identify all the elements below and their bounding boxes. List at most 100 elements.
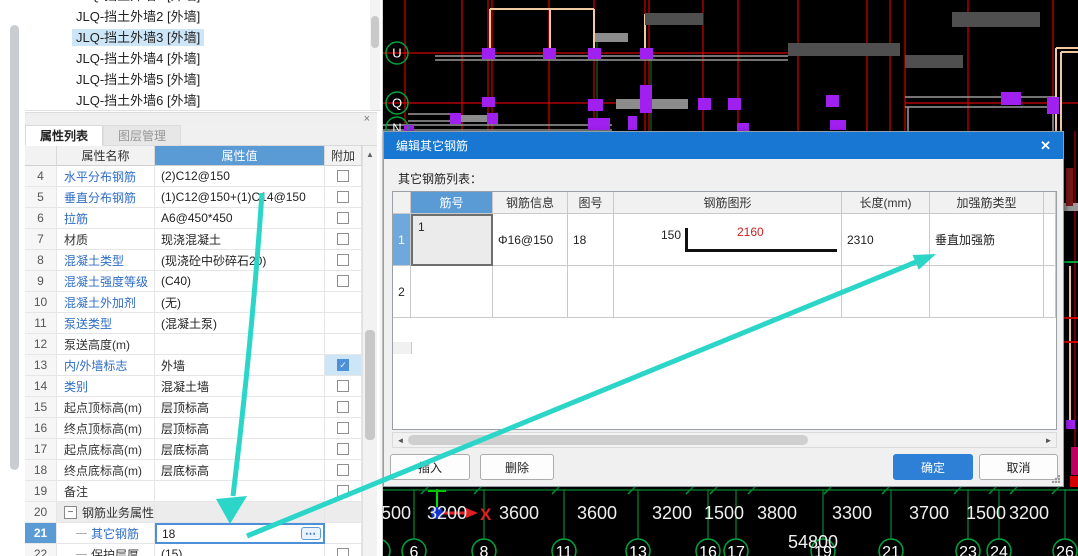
- property-scrollbar[interactable]: ▲: [362, 146, 377, 556]
- cad-drawing-right[interactable]: [1064, 131, 1078, 487]
- strengthen-type-cell: [930, 266, 1044, 318]
- property-value-cell[interactable]: 层顶标高: [155, 418, 325, 439]
- collapse-icon[interactable]: −: [64, 505, 77, 519]
- rebar-table-row[interactable]: 2: [393, 266, 1056, 318]
- property-value-cell[interactable]: [155, 334, 325, 355]
- property-value: 层顶标高: [161, 421, 210, 436]
- property-value-cell[interactable]: (C40): [155, 271, 325, 292]
- property-name-cell: 垂直分布钢筋: [57, 187, 155, 208]
- property-value-cell[interactable]: 层底标高: [155, 460, 325, 481]
- tab-property-list[interactable]: 属性列表: [25, 125, 104, 146]
- rebar-info-cell: [493, 266, 568, 318]
- property-name[interactable]: 混凝土类型: [64, 252, 124, 269]
- column-header: 钢筋图形: [614, 192, 842, 214]
- property-name[interactable]: 内/外墙标志: [64, 357, 127, 374]
- hscroll-left-icon[interactable]: ◄: [394, 433, 407, 447]
- property-row: 7 材质 现浇混凝土: [25, 229, 377, 250]
- tree-scrollbar-thumb[interactable]: [371, 16, 379, 48]
- property-name[interactable]: 拉筋: [64, 210, 88, 227]
- dialog-hscrollbar[interactable]: ◄ ►: [392, 432, 1057, 448]
- property-value-cell[interactable]: 层顶标高: [155, 397, 325, 418]
- ellipsis-button[interactable]: ⋯: [301, 527, 321, 540]
- resize-grip[interactable]: [1052, 475, 1060, 483]
- property-name[interactable]: 混凝土外加剂: [64, 294, 136, 311]
- attach-checkbox[interactable]: [337, 401, 349, 413]
- property-value-cell[interactable]: 混凝土墙: [155, 376, 325, 397]
- row-number: 13: [25, 355, 57, 376]
- property-value-cell[interactable]: [155, 481, 325, 502]
- attach-checkbox[interactable]: [337, 380, 349, 392]
- property-name: 材质: [64, 232, 89, 247]
- cad-top-canvas: U QN: [383, 0, 1078, 131]
- attach-checkbox[interactable]: [337, 233, 349, 245]
- row-number: 15: [25, 397, 57, 418]
- scroll-up-icon[interactable]: ▲: [363, 146, 377, 162]
- property-name[interactable]: 泵送类型: [64, 315, 112, 332]
- property-scrollbar-thumb[interactable]: [365, 330, 375, 440]
- insert-button[interactable]: 插入: [390, 454, 470, 480]
- tree-item[interactable]: JLQ-挡土外墙4 [外墙]: [25, 48, 381, 69]
- property-name[interactable]: 类别: [64, 378, 88, 395]
- delete-button[interactable]: 删除: [480, 454, 554, 480]
- row3-header-sliver: [393, 342, 412, 354]
- left-scrollbar-thumb[interactable]: [10, 25, 19, 470]
- axis-number-label: 24: [990, 544, 1008, 556]
- cancel-button[interactable]: 取消: [979, 454, 1058, 480]
- row-number: 19: [25, 481, 57, 502]
- tree-scrollbar[interactable]: [370, 0, 380, 110]
- property-value-cell[interactable]: (1)C12@150+(1)C14@150: [155, 187, 325, 208]
- axis-letter-label: N: [392, 121, 401, 132]
- property-row: 9 混凝土强度等级 (C40): [25, 271, 377, 292]
- property-value-cell[interactable]: (无): [155, 292, 325, 313]
- ok-button[interactable]: 确定: [893, 454, 973, 480]
- header-property-name: 属性名称: [57, 146, 155, 166]
- row-number: 20: [25, 502, 57, 523]
- tree-item[interactable]: JLQ-挡土外墙6 [外墙]: [25, 90, 381, 110]
- axis-bubbles-bottom: 468111316171921232426: [383, 538, 1078, 556]
- property-name[interactable]: 混凝土强度等级: [64, 273, 148, 290]
- property-value-cell[interactable]: (混凝土泵): [155, 313, 325, 334]
- axis-number-label: 6: [410, 544, 419, 556]
- attach-checkbox[interactable]: [337, 170, 349, 182]
- property-name-cell: 混凝土外加剂: [57, 292, 155, 313]
- property-name[interactable]: 水平分布钢筋: [64, 168, 136, 185]
- attach-checkbox[interactable]: [337, 485, 349, 497]
- property-name-cell: 材质: [57, 229, 155, 250]
- property-name-cell: 起点底标高(m): [57, 439, 155, 460]
- property-value-cell[interactable]: [155, 502, 325, 523]
- shape-top-dim: 2160: [737, 225, 764, 239]
- dialog-close-icon[interactable]: ✕: [1040, 132, 1051, 159]
- dialog-title-bar[interactable]: 编辑其它钢筋 ✕: [384, 132, 1063, 159]
- attach-checkbox[interactable]: [337, 548, 349, 556]
- property-name[interactable]: 垂直分布钢筋: [64, 189, 136, 206]
- rebar-table-row[interactable]: 1 1 Φ16@150 18 150 2160 2310 垂直加强筋: [393, 214, 1056, 266]
- property-value-cell[interactable]: (2)C12@150: [155, 166, 325, 187]
- attach-checkbox[interactable]: [337, 275, 349, 287]
- property-name[interactable]: 其它钢筋: [91, 525, 139, 542]
- property-value-cell[interactable]: A6@450*450: [155, 208, 325, 229]
- attach-checkbox[interactable]: [337, 464, 349, 476]
- property-value-cell[interactable]: 现浇混凝土: [155, 229, 325, 250]
- tree-item[interactable]: JLQ-挡土外墙5 [外墙]: [25, 69, 381, 90]
- attach-checkbox[interactable]: [337, 254, 349, 266]
- attach-checkbox[interactable]: [337, 443, 349, 455]
- property-value-cell[interactable]: 18 ⋯: [155, 523, 325, 544]
- attach-checkbox[interactable]: [337, 212, 349, 224]
- attach-checkbox[interactable]: [337, 191, 349, 203]
- row-number: 12: [25, 334, 57, 355]
- property-value-cell[interactable]: (现浇砼中砂碎石20): [155, 250, 325, 271]
- hscroll-right-icon[interactable]: ►: [1042, 433, 1055, 447]
- property-value-cell[interactable]: 外墙: [155, 355, 325, 376]
- tree-item[interactable]: JLQ-挡土外墙3 [外墙]: [25, 27, 381, 48]
- attach-checkbox[interactable]: [337, 422, 349, 434]
- scroll-filler: [1044, 214, 1056, 266]
- cad-drawing-bottom[interactable]: X 15003200360036003200150038003300370015…: [383, 487, 1078, 556]
- hscroll-thumb[interactable]: [408, 435, 808, 445]
- attach-checkbox-checked[interactable]: ✓: [337, 359, 349, 371]
- cad-wall-lines: [489, 8, 1078, 131]
- tree-item[interactable]: JLQ-挡土外墙2 [外墙]: [25, 6, 381, 27]
- cad-drawing-top[interactable]: U QN: [383, 0, 1078, 131]
- property-value-cell[interactable]: 层底标高: [155, 439, 325, 460]
- property-value-cell[interactable]: (15): [155, 544, 325, 556]
- tab-layer-manage[interactable]: 图层管理: [103, 125, 182, 146]
